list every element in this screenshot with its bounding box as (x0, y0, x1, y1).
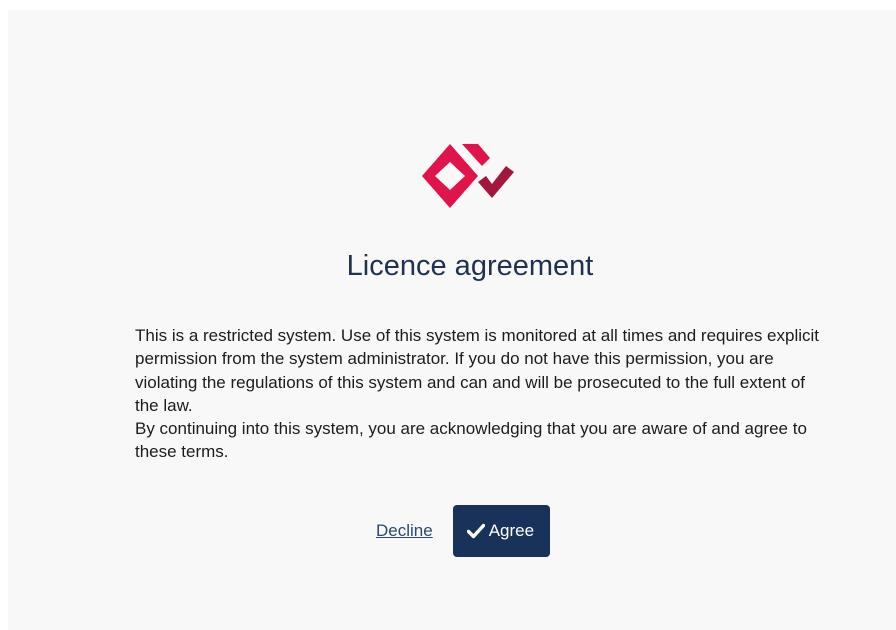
dialog-actions: Decline Agree (376, 505, 551, 557)
agreement-paragraph: This is a restricted system. Use of this… (135, 326, 820, 415)
agree-button-label: Agree (488, 521, 535, 540)
agree-button[interactable]: Agree (452, 505, 551, 557)
page-title: Licence agreement (346, 250, 594, 282)
logo-check-shape (478, 166, 514, 198)
decline-link[interactable]: Decline (376, 521, 433, 541)
checkmark-icon (466, 523, 485, 539)
agreement-text: This is a restricted system. Use of this… (135, 324, 825, 464)
agreement-paragraph: By continuing into this system, you are … (135, 419, 807, 462)
logo-icon (422, 144, 514, 208)
